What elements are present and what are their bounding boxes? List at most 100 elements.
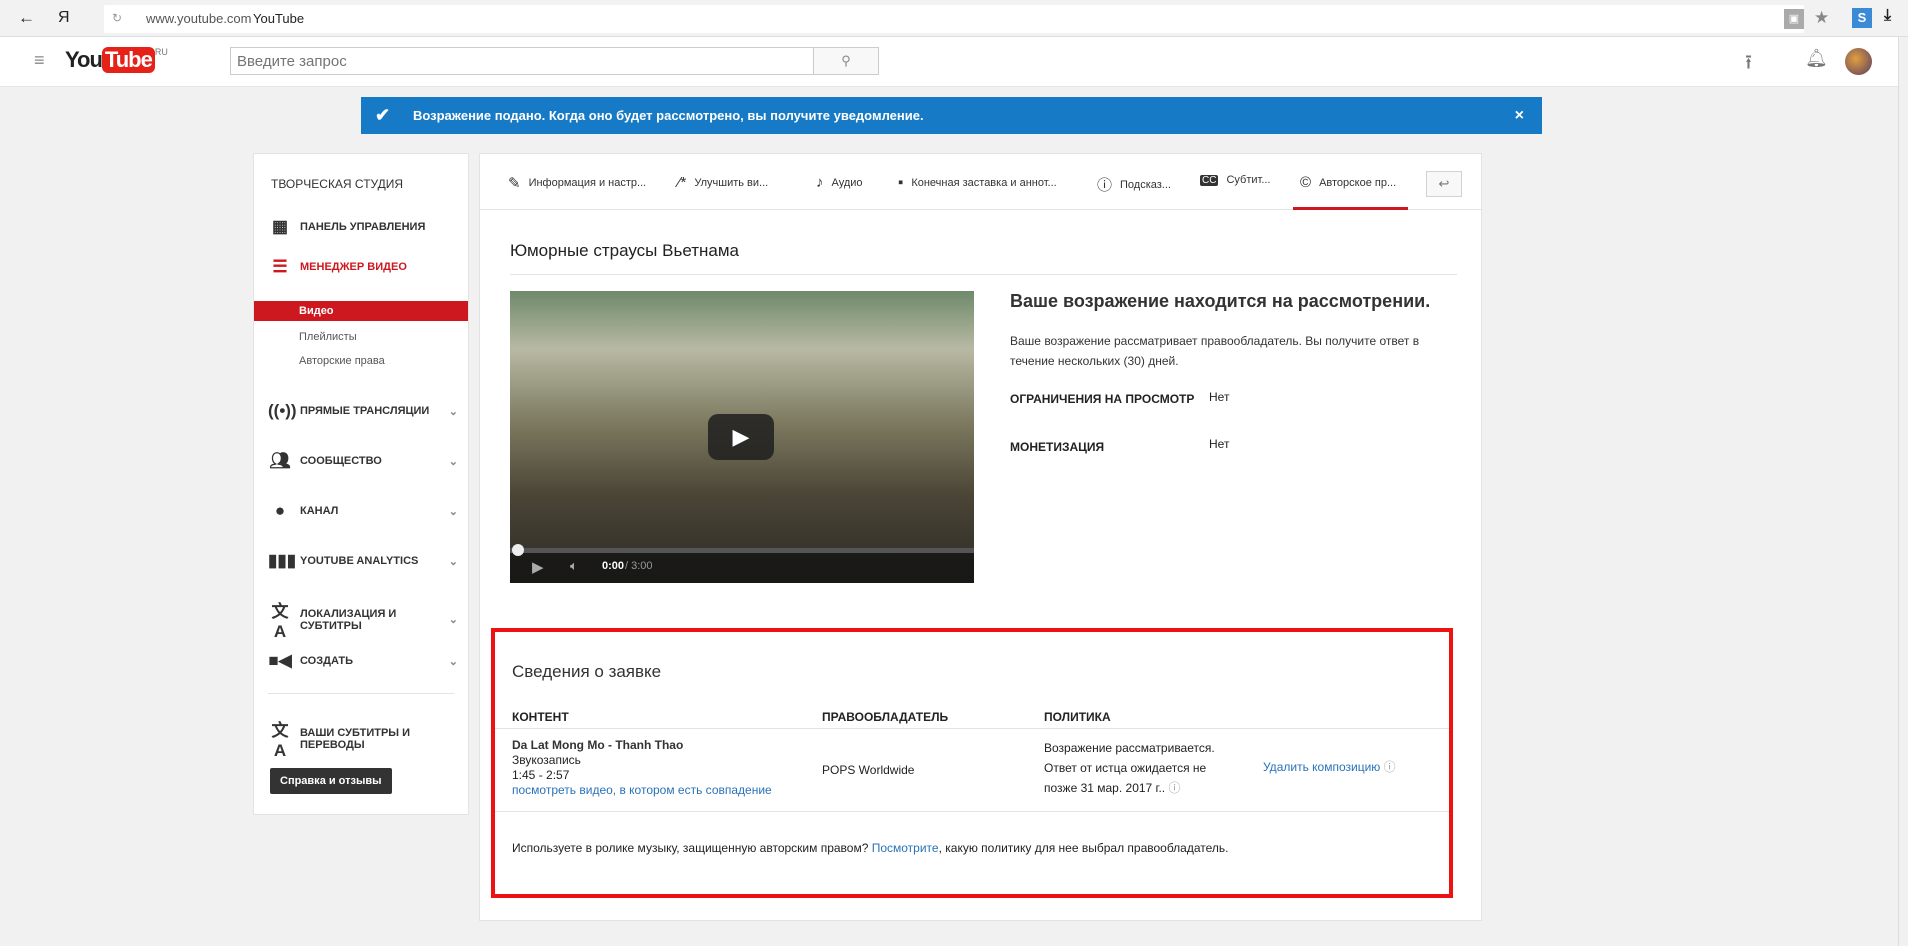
monetization-label: МОНЕТИЗАЦИЯ	[1010, 440, 1105, 454]
back-icon[interactable]: ←	[18, 8, 35, 28]
sidebar-item-create[interactable]: ■◀ СОЗДАТЬ ⌄	[268, 651, 458, 671]
active-tab-indicator	[1293, 207, 1408, 210]
pencil-icon: ✎	[508, 175, 521, 192]
divider	[495, 728, 1449, 729]
sidebar-sub-playlists[interactable]: Плейлисты	[299, 331, 357, 343]
video-manager-icon: ☰	[272, 257, 288, 276]
tab-audio[interactable]: ♪ Аудио	[816, 174, 863, 191]
logo-text: You	[65, 47, 103, 72]
column-owner: ПРАВООБЛАДАТЕЛЬ	[822, 710, 949, 724]
sidebar-divider	[268, 693, 454, 694]
tab-label: Авторское пр...	[1319, 176, 1397, 189]
play-icon[interactable]: ▶	[532, 558, 544, 576]
scrollbar[interactable]	[1898, 37, 1908, 946]
claim-heading: Сведения о заявке	[512, 662, 662, 681]
youtube-logo[interactable]: You Tube RU	[65, 47, 168, 73]
tab-copyright[interactable]: © Авторское пр...	[1300, 174, 1396, 191]
search-icon: ⚲	[841, 53, 851, 68]
chevron-down-icon[interactable]: ⌄	[449, 505, 458, 518]
sidebar-item-your-subtitles[interactable]: 文A ВАШИ СУБТИТРЫ И ПЕРЕВОДЫ	[268, 716, 458, 761]
sidebar-sub-copyright[interactable]: Авторские права	[299, 355, 385, 367]
volume-icon[interactable]: 🔈︎	[570, 558, 578, 574]
menu-icon[interactable]: ≡	[34, 50, 45, 71]
tab-label: Субтит...	[1226, 174, 1271, 186]
star-icon[interactable]: ★	[1814, 8, 1829, 28]
tab-info[interactable]: ✎ Информация и настр...	[508, 174, 646, 192]
video-title: Юморные страусы Вьетнама	[510, 241, 739, 260]
url: www.youtube.com	[146, 11, 252, 26]
progress-handle[interactable]	[512, 544, 524, 556]
sidebar-item-community[interactable]: 👥︎ СООБЩЕСТВО ⌄	[268, 451, 458, 471]
divider	[510, 274, 1457, 275]
sidebar-sub-videos[interactable]: Видео	[254, 301, 468, 321]
sidebar-item-channel[interactable]: ● КАНАЛ ⌄	[268, 501, 458, 521]
chevron-down-icon[interactable]: ⌄	[449, 455, 458, 468]
match-video-link[interactable]: посмотреть видео, в котором есть совпаде…	[512, 783, 772, 798]
tab-subtitles[interactable]: CC Субтит...	[1200, 174, 1271, 186]
search-input[interactable]	[230, 47, 814, 75]
extension-icon[interactable]: S	[1852, 8, 1872, 28]
copyright-icon: ©	[1300, 174, 1312, 191]
column-policy: ПОЛИТИКА	[1044, 710, 1111, 724]
progress-bar[interactable]	[510, 548, 974, 553]
column-content: КОНТЕНТ	[512, 710, 569, 724]
play-overlay-icon[interactable]: ▶	[708, 414, 774, 460]
notification-banner: ✔ Возражение подано. Когда оно будет рас…	[361, 97, 1542, 134]
help-feedback-button[interactable]: Справка и отзывы	[270, 768, 392, 794]
download-icon[interactable]: ⤓	[1884, 7, 1891, 25]
live-icon: ((•))	[268, 401, 297, 420]
tab-label: Аудио	[831, 176, 863, 189]
sidebar-item-label: СОЗДАТЬ	[300, 655, 353, 667]
banner-text: Возражение подано. Когда оно будет рассм…	[413, 108, 924, 123]
tab-end-screen[interactable]: ▪ Конечная заставка и аннот...	[898, 174, 1057, 191]
reload-icon[interactable]: ↻	[112, 11, 122, 25]
content-range: 1:45 - 2:57	[512, 768, 570, 782]
address-bar[interactable]: ↻ www.youtube.com YouTube ▣ ★	[104, 5, 1829, 33]
remove-song-action[interactable]: Удалить композицию ⓘ	[1263, 758, 1396, 775]
tab-enhance[interactable]: ⁄* Улучшить ви...	[678, 174, 768, 191]
sidebar-item-localization[interactable]: 文A ЛОКАЛИЗАЦИЯ И СУБТИТРЫ ⌄	[268, 597, 459, 642]
bell-icon[interactable]: 🔔︎	[1805, 48, 1828, 69]
chevron-down-icon[interactable]: ⌄	[449, 655, 458, 668]
subtitles-translate-icon: 文A	[271, 721, 289, 760]
search-button[interactable]: ⚲	[813, 47, 879, 75]
video-player[interactable]: ▶ ▶ 🔈︎ 0:00 / 3:00	[510, 291, 974, 583]
magic-wand-icon: ⁄*	[678, 174, 687, 191]
page-title: YouTube	[253, 11, 305, 26]
close-icon[interactable]: ×	[1515, 97, 1524, 134]
footer-text: Используете в ролике музыку, защищенную …	[512, 841, 872, 855]
see-policy-link[interactable]: Посмотрите	[872, 841, 939, 855]
info-icon[interactable]: ⓘ	[1384, 760, 1396, 774]
sidebar-item-dashboard[interactable]: ▦ ПАНЕЛЬ УПРАВЛЕНИЯ	[268, 217, 458, 237]
check-icon: ✔	[375, 105, 391, 125]
avatar[interactable]	[1845, 48, 1872, 75]
sidebar-item-live[interactable]: ((•)) ПРЯМЫЕ ТРАНСЛЯЦИИ ⌄	[268, 401, 458, 421]
main-panel: ✎ Информация и настр... ⁄* Улучшить ви... …	[479, 153, 1482, 921]
logo-text-tube: Tube	[101, 47, 155, 73]
yandex-button[interactable]: Я	[58, 9, 70, 27]
lock-icon[interactable]: ▣	[1784, 9, 1804, 29]
account-icon: ●	[274, 501, 286, 520]
cc-icon: CC	[1200, 174, 1219, 186]
tab-cards[interactable]: ⓘ Подсказ...	[1097, 174, 1171, 195]
content-type: Звукозапись	[512, 753, 581, 767]
policy-cell: Возражение рассматривается. Ответ от ист…	[1044, 738, 1215, 798]
logo-region: RU	[154, 47, 168, 57]
back-button[interactable]: ↩	[1426, 171, 1462, 197]
sidebar-item-analytics[interactable]: ▮▮▮ YOUTUBE ANALYTICS ⌄	[268, 551, 458, 571]
player-controls: ▶ 🔈︎ 0:00 / 3:00	[510, 544, 974, 583]
policy-line: Возражение рассматривается.	[1044, 741, 1215, 755]
translate-icon: 文A	[271, 602, 289, 641]
remove-song-link[interactable]: Удалить композицию	[1263, 760, 1380, 774]
chevron-down-icon[interactable]: ⌄	[449, 555, 458, 568]
claim-content-cell: Da Lat Mong Mo - Thanh Thao Звукозапись …	[512, 738, 772, 798]
upload-icon[interactable]: ⭱	[1745, 48, 1752, 82]
claim-footer: Используете в ролике музыку, защищенную …	[512, 841, 1228, 855]
sidebar-item-label: ПАНЕЛЬ УПРАВЛЕНИЯ	[300, 221, 426, 233]
chevron-down-icon[interactable]: ⌄	[449, 405, 458, 418]
sidebar-item-video-manager[interactable]: ☰ МЕНЕДЖЕР ВИДЕО	[268, 257, 458, 277]
sidebar-title: ТВОРЧЕСКАЯ СТУДИЯ	[271, 177, 404, 191]
info-icon[interactable]: ⓘ	[1168, 781, 1180, 795]
chevron-down-icon[interactable]: ⌄	[449, 613, 458, 626]
restrictions-label: ОГРАНИЧЕНИЯ НА ПРОСМОТР	[1010, 392, 1195, 406]
